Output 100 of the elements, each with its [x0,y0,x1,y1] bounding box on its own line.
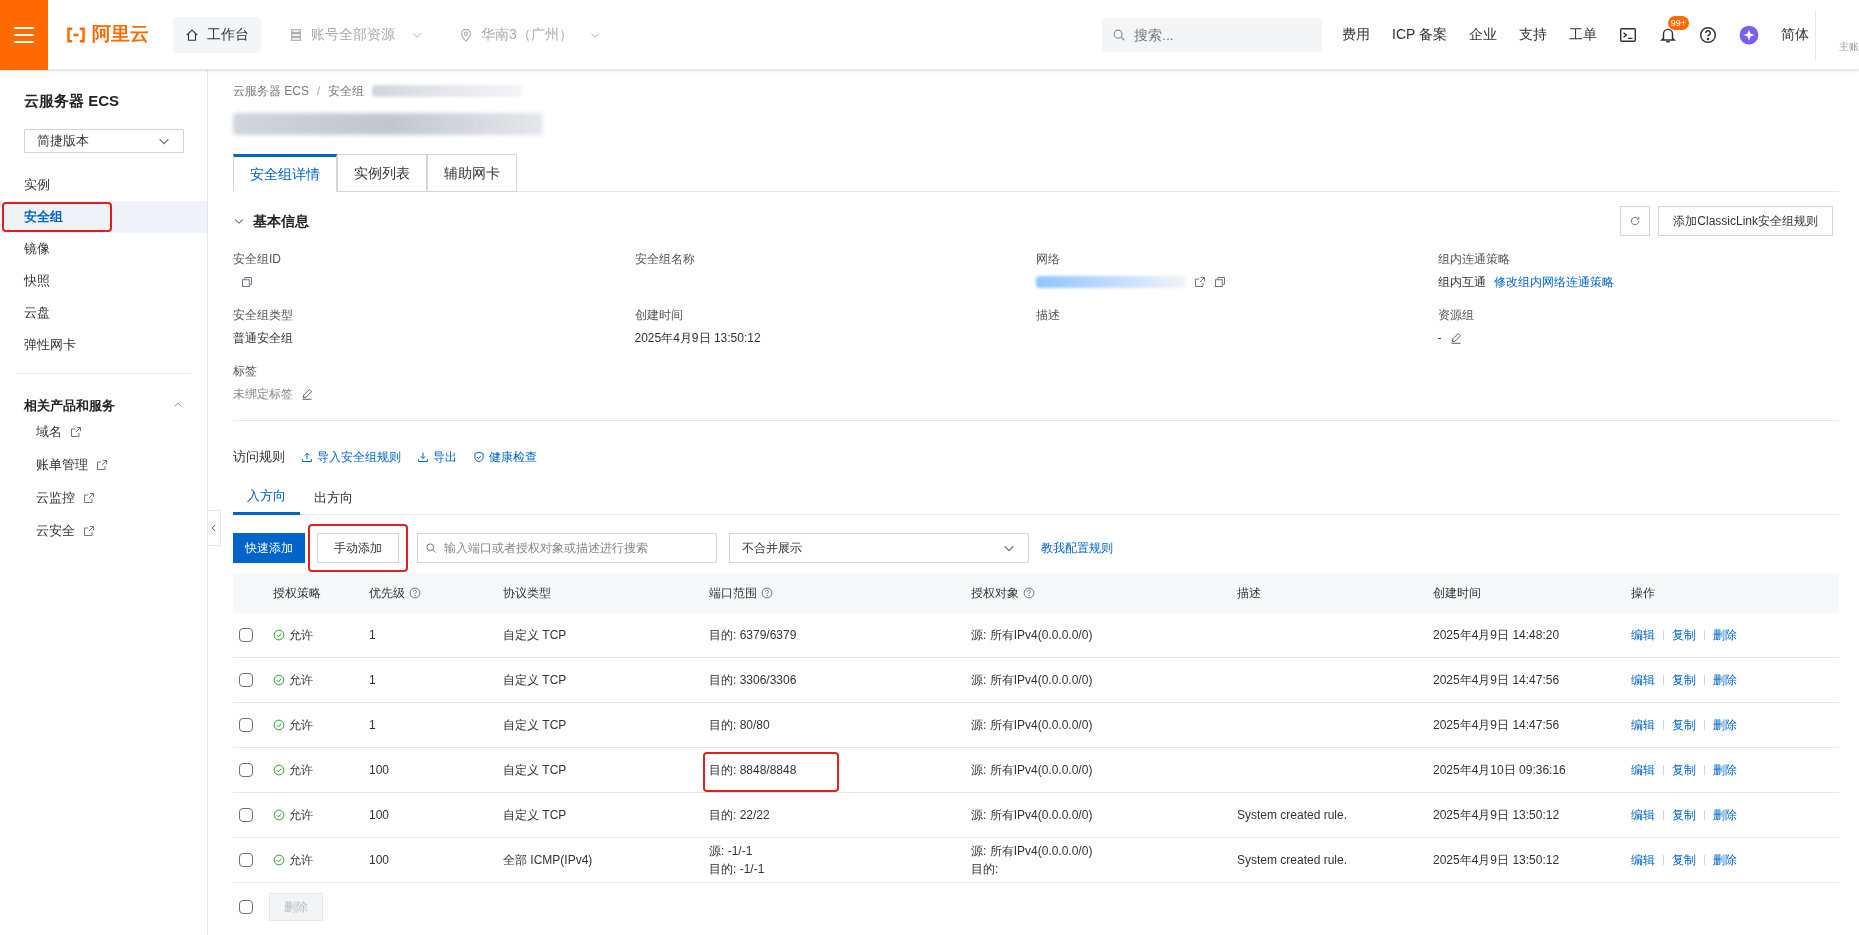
row-action-link[interactable]: 复制 [1672,850,1696,869]
related-link[interactable]: 账单管理 [0,448,207,481]
search-field[interactable]: 搜索... [1102,17,1322,52]
row-action-link[interactable]: 编辑 [1631,625,1655,644]
menu-button[interactable] [0,0,48,70]
language-link[interactable]: 简体 [1781,24,1809,45]
column-header: 描述 [1237,584,1261,602]
help-icon[interactable] [1699,25,1717,44]
search-icon [1112,27,1126,42]
table-cell-text: 自定义 TCP [503,806,568,824]
sidebar-item[interactable]: 安全组 [0,200,207,233]
rules-action-link[interactable]: 导入安全组规则 [301,447,401,466]
tab[interactable]: 安全组详情 [233,154,337,192]
sparkle-icon[interactable] [1739,24,1759,45]
table-cell-text: 源: 所有IPv4(0.0.0.0/0) [971,626,1094,644]
breadcrumb-link[interactable]: 安全组 [328,82,365,100]
tag-value: 未绑定标签 [233,386,293,403]
row-action-link[interactable]: 编辑 [1631,805,1655,824]
row-action-link[interactable]: 复制 [1672,625,1696,644]
breadcrumb-link[interactable]: 云服务器 ECS [233,82,309,100]
rules-action-link[interactable]: 导出 [417,447,457,466]
related-link[interactable]: 域名 [0,415,207,448]
direction-tab[interactable]: 入方向 [233,480,300,515]
modify-policy-link[interactable]: 修改组内网络连通策略 [1493,273,1614,291]
row-action-link[interactable]: 复制 [1672,760,1696,779]
row-checkbox[interactable] [239,672,253,687]
table-cell-text: 允许 [289,806,313,824]
rule-search-field[interactable]: 输入端口或者授权对象或描述进行搜索 [417,532,717,563]
topbar-link[interactable]: 费用 [1342,24,1370,45]
row-action-link[interactable]: 删除 [1713,715,1737,734]
select-all-checkbox[interactable] [239,899,253,914]
edit-icon[interactable] [301,388,313,400]
sidebar-item[interactable]: 弹性网卡 [0,328,207,361]
check-circle-icon [273,673,285,686]
row-checkbox[interactable] [239,852,253,867]
table-cell-text: 允许 [289,851,313,869]
row-action-link[interactable]: 编辑 [1631,850,1655,869]
manual-add-button[interactable]: 手动添加 [317,532,399,563]
check-circle-icon [273,718,285,731]
quick-add-button[interactable]: 快速添加 [233,532,305,563]
row-checkbox[interactable] [239,807,253,822]
related-link[interactable]: 云安全 [0,514,207,547]
row-action-link[interactable]: 删除 [1713,760,1737,779]
edit-icon[interactable] [1449,332,1462,344]
workbench-button[interactable]: 工作台 [173,16,261,53]
row-action-link[interactable]: 复制 [1672,715,1696,734]
copy-icon[interactable] [1214,276,1226,288]
field-label: 网络 [1036,251,1061,268]
rules-action-link[interactable]: 健康检查 [473,447,537,466]
external-link-icon[interactable] [1194,276,1206,288]
direction-tab[interactable]: 出方向 [300,480,367,515]
table-cell-text: 源: 所有IPv4(0.0.0.0/0) [971,671,1094,689]
topbar-link[interactable]: ICP 备案 [1392,24,1447,45]
row-action-link[interactable]: 编辑 [1631,715,1655,734]
sidebar-title: 云服务器 ECS [23,91,120,111]
sidebar-item[interactable]: 实例 [0,168,207,201]
row-action-link[interactable]: 删除 [1713,805,1737,824]
table-cell-text: 目的: -1/-1 [709,860,766,878]
sidebar-item[interactable]: 镜像 [0,232,207,265]
field-value: 组内互通 [1437,274,1486,291]
help-link[interactable]: 教我配置规则 [1041,538,1113,557]
row-action-link[interactable]: 删除 [1713,625,1737,644]
help-icon [761,586,773,599]
field-label: 资源组 [1437,307,1475,324]
add-classiclink-button[interactable]: 添加ClassicLink安全组规则 [1658,206,1833,236]
logo-text: 阿里云 [92,22,149,47]
row-checkbox[interactable] [239,762,253,777]
copy-icon[interactable] [241,276,253,288]
download-icon [417,450,429,463]
row-action-link[interactable]: 删除 [1713,670,1737,689]
row-checkbox[interactable] [239,627,253,642]
version-select[interactable]: 简捷版本 [24,128,184,153]
sidebar-item[interactable]: 快照 [0,264,207,297]
table-cell-text: 2025年4月10日 09:36:16 [1433,761,1567,779]
table-cell-text: 1 [369,671,377,689]
pin-icon [459,27,473,42]
tab[interactable]: 辅助网卡 [427,154,517,192]
row-action-link[interactable]: 删除 [1713,850,1737,869]
row-action-link[interactable]: 编辑 [1631,760,1655,779]
row-action-link[interactable]: 复制 [1672,670,1696,689]
table-cell-text: 目的: 8848/8848 [709,761,798,779]
check-circle-icon [273,628,285,641]
table-cell-text: 1 [369,716,377,734]
row-action-link[interactable]: 编辑 [1631,670,1655,689]
table-cell: System created rule. [1237,852,1348,867]
table-cell-text: 允许 [289,626,313,644]
merge-select[interactable]: 不合并展示 [729,532,1029,563]
terminal-icon[interactable] [1619,25,1637,44]
table-cell-text: 自定义 TCP [503,626,568,644]
topbar-link[interactable]: 企业 [1469,24,1497,45]
topbar-link[interactable]: 工单 [1569,24,1597,45]
tab[interactable]: 实例列表 [337,154,427,192]
row-checkbox[interactable] [239,717,253,732]
row-action-link[interactable]: 复制 [1672,805,1696,824]
external-link-icon [96,458,108,471]
sidebar-item[interactable]: 云盘 [0,296,207,329]
topbar-link[interactable]: 支持 [1519,24,1547,45]
related-link[interactable]: 云监控 [0,481,207,514]
field-label: 安全组名称 [634,251,696,268]
table-cell-text: 源: -1/-1 [709,842,754,860]
